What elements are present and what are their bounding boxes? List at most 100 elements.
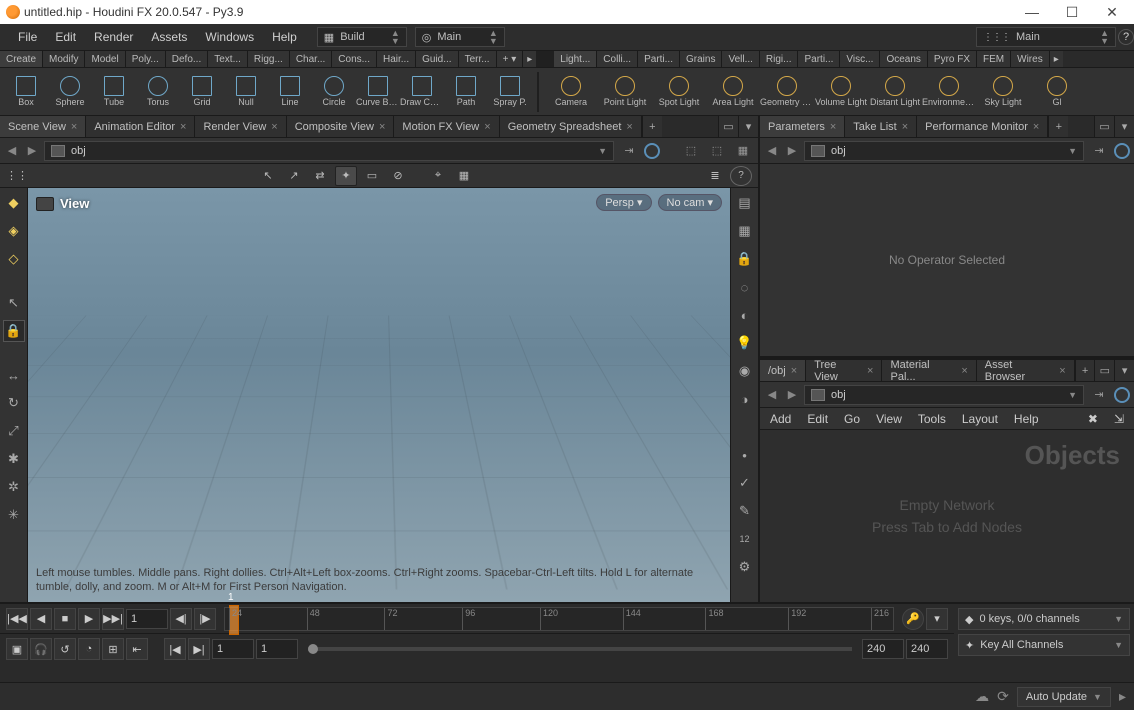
shelf-tab[interactable]: Parti... bbox=[638, 51, 680, 67]
shelf-tab[interactable]: Grains bbox=[680, 51, 722, 67]
range-button[interactable]: ◔ bbox=[78, 638, 100, 660]
menu-file[interactable]: File bbox=[10, 26, 45, 48]
snap-icon[interactable]: ⌖ bbox=[427, 166, 449, 186]
snapshot-icon[interactable]: ⬚ bbox=[680, 140, 702, 162]
pane-tab[interactable]: Parameters× bbox=[760, 116, 845, 137]
shelf-scroll-right2-icon[interactable]: ▸ bbox=[1050, 51, 1063, 67]
shelf-tab[interactable]: Poly... bbox=[126, 51, 166, 67]
pane-tab[interactable]: Material Pal...× bbox=[882, 360, 976, 381]
scale-tool-icon[interactable]: ⤢ bbox=[3, 420, 25, 442]
display-light-icon[interactable]: 💡 bbox=[734, 332, 756, 354]
shelf-tab[interactable]: Light... bbox=[554, 51, 597, 67]
next-key-button[interactable]: ▶| bbox=[188, 638, 210, 660]
select-contained-icon[interactable]: ↗ bbox=[283, 166, 305, 186]
brush-tool-icon[interactable]: ✲ bbox=[3, 476, 25, 498]
rb-add-tab[interactable]: + bbox=[1075, 360, 1095, 381]
rt-add-tab[interactable]: + bbox=[1048, 116, 1068, 137]
shelf-tool[interactable]: Geometry Light bbox=[760, 70, 814, 114]
display-lock-icon[interactable]: 🔒 bbox=[734, 248, 756, 270]
rig-tool-icon[interactable]: ✳ bbox=[3, 504, 25, 526]
shelf-tool[interactable]: Torus bbox=[136, 70, 180, 114]
camera-icon[interactable] bbox=[36, 197, 54, 211]
pane-tab[interactable]: Scene View× bbox=[0, 116, 86, 137]
handles-icon[interactable]: ⋮⋮ bbox=[6, 166, 28, 186]
rt-maximize-icon[interactable]: ▭ bbox=[1094, 116, 1114, 137]
display-options-icon[interactable]: ≣ bbox=[704, 166, 726, 186]
pane-tab[interactable]: Performance Monitor× bbox=[917, 116, 1048, 137]
pane-tab[interactable]: Geometry Spreadsheet× bbox=[500, 116, 642, 137]
display-options2-icon[interactable]: ⚙ bbox=[734, 556, 756, 578]
display-points-icon[interactable]: • bbox=[734, 444, 756, 466]
maximize-button[interactable]: ☐ bbox=[1052, 0, 1092, 24]
close-icon[interactable]: × bbox=[484, 121, 490, 133]
pane-tab[interactable]: Motion FX View× bbox=[394, 116, 499, 137]
close-icon[interactable]: × bbox=[71, 121, 77, 133]
timeline-menu-icon[interactable]: ▾ bbox=[926, 608, 948, 630]
shelf-tool[interactable]: Spot Light bbox=[652, 70, 706, 114]
shelf-add-icon[interactable]: + ▾ bbox=[497, 51, 524, 67]
rb-menu-icon[interactable]: ▾ bbox=[1114, 360, 1134, 381]
record-icon[interactable] bbox=[644, 143, 660, 159]
shelf-tab[interactable]: Create bbox=[0, 51, 43, 67]
params-record-icon[interactable] bbox=[1114, 143, 1130, 159]
network-path-field[interactable]: obj ▼ bbox=[804, 385, 1084, 405]
cook-mode-button[interactable]: Auto Update ▼ bbox=[1017, 687, 1111, 707]
network-view[interactable]: Objects Empty Network Press Tab to Add N… bbox=[760, 430, 1134, 602]
radial-menu-selector[interactable]: ⋮⋮⋮ Main ▲▼ bbox=[976, 27, 1116, 47]
display-material-icon[interactable]: ◉ bbox=[734, 360, 756, 382]
rotate-tool-icon[interactable]: ↻ bbox=[3, 392, 25, 414]
shelf-tool[interactable]: Volume Light bbox=[814, 70, 868, 114]
shelf-tab[interactable]: Hair... bbox=[377, 51, 416, 67]
flipbook-icon[interactable]: ⬚ bbox=[706, 140, 728, 162]
shelf-tool[interactable]: Gl bbox=[1030, 70, 1084, 114]
shelf-tool[interactable]: Sky Light bbox=[976, 70, 1030, 114]
select-visible-icon[interactable]: ↖ bbox=[257, 166, 279, 186]
pane-tab[interactable]: Render View× bbox=[195, 116, 286, 137]
shelf-tab[interactable]: Oceans bbox=[880, 51, 927, 67]
close-icon[interactable]: × bbox=[379, 121, 385, 133]
shelf-tab[interactable]: Terr... bbox=[459, 51, 497, 67]
menu-assets[interactable]: Assets bbox=[143, 26, 195, 48]
audio-button[interactable]: 🎧 bbox=[30, 638, 52, 660]
netmenu-help[interactable]: Help bbox=[1014, 412, 1039, 426]
pane-tab[interactable]: Tree View× bbox=[806, 360, 882, 381]
secure-selection-icon[interactable]: ✦ bbox=[335, 166, 357, 186]
inspect-tool-icon[interactable]: ◈ bbox=[3, 220, 25, 242]
desktop-pane-main[interactable]: ◎ Main ▲▼ bbox=[415, 27, 505, 47]
netmenu-go[interactable]: Go bbox=[844, 412, 860, 426]
shelf-tab[interactable]: Parti... bbox=[798, 51, 840, 67]
shelf-tool[interactable]: Distant Light bbox=[868, 70, 922, 114]
timeline-track[interactable]: 1 24487296120144168192216 bbox=[224, 607, 894, 631]
close-icon[interactable]: × bbox=[626, 121, 632, 133]
shelf-tool[interactable]: Draw Curve bbox=[400, 70, 444, 114]
shelf-tool[interactable]: Curve Bezier bbox=[356, 70, 400, 114]
pane-tab[interactable]: Asset Browser× bbox=[977, 360, 1075, 381]
prev-key-button[interactable]: |◀ bbox=[164, 638, 186, 660]
reload-icon[interactable]: ⟳ bbox=[997, 688, 1009, 705]
channel-list-button[interactable]: ◆ 0 keys, 0/0 channels ▼ bbox=[958, 608, 1130, 630]
rb-maximize-icon[interactable]: ▭ bbox=[1094, 360, 1114, 381]
range-end-field[interactable]: 240 bbox=[862, 639, 904, 659]
shelf-tab[interactable]: Guid... bbox=[416, 51, 458, 67]
render-icon[interactable]: ▦ bbox=[732, 140, 754, 162]
shelf-tool[interactable]: Camera bbox=[544, 70, 598, 114]
viewport-path-field[interactable]: obj ▼ bbox=[44, 141, 614, 161]
menu-help[interactable]: Help bbox=[264, 26, 305, 48]
close-icon[interactable]: × bbox=[867, 365, 873, 377]
shelf-tool[interactable]: Null bbox=[224, 70, 268, 114]
pin-icon[interactable]: ⇥ bbox=[618, 140, 640, 162]
display-xray-icon[interactable]: ◐ bbox=[734, 304, 756, 326]
params-pin-icon[interactable]: ⇥ bbox=[1088, 140, 1110, 162]
cloud-icon[interactable]: ☁ bbox=[975, 688, 989, 705]
integer-frames-button[interactable]: ⊞ bbox=[102, 638, 124, 660]
view-tool-icon[interactable]: ◆ bbox=[3, 192, 25, 214]
pane-add-tab[interactable]: + bbox=[642, 116, 662, 137]
netmenu-expand-icon[interactable]: ⇲ bbox=[1114, 412, 1124, 426]
net-record-icon[interactable] bbox=[1114, 387, 1130, 403]
shelf-tool[interactable]: Path bbox=[444, 70, 488, 114]
pane-tab[interactable]: Composite View× bbox=[287, 116, 395, 137]
pane-tab[interactable]: Animation Editor× bbox=[86, 116, 195, 137]
menu-edit[interactable]: Edit bbox=[47, 26, 84, 48]
region-icon[interactable]: ▭ bbox=[361, 166, 383, 186]
shelf-tab[interactable]: Modify bbox=[43, 51, 85, 67]
